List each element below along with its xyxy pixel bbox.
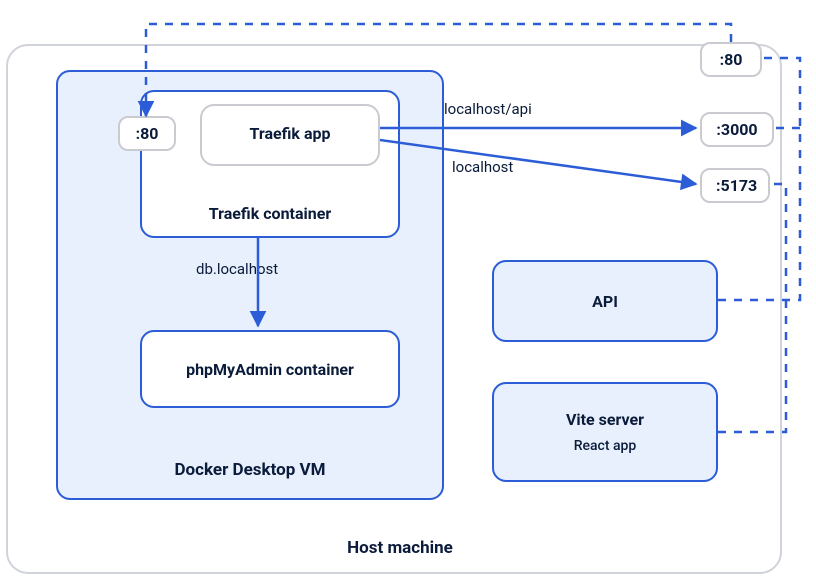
port-80-host: :80 — [700, 42, 762, 77]
port-3000: :3000 — [700, 112, 774, 147]
port-80-vm: :80 — [118, 116, 176, 151]
api-label: API — [492, 292, 718, 311]
docker-vm-label: Docker Desktop VM — [56, 460, 444, 480]
phpmyadmin-label: phpMyAdmin container — [140, 360, 400, 379]
vite-box — [492, 382, 718, 482]
port-5173: :5173 — [700, 168, 770, 203]
vite-title: Vite server — [492, 410, 718, 429]
traefik-container-label: Traefik container — [140, 204, 400, 223]
edge-label-db-localhost: db.localhost — [196, 260, 278, 278]
traefik-app-label: Traefik app — [200, 124, 380, 143]
host-machine-label: Host machine — [300, 538, 500, 558]
edge-label-localhost: localhost — [452, 158, 513, 176]
vite-subtitle: React app — [492, 438, 718, 454]
diagram-stage: { "host": { "label": "Host machine" }, "… — [0, 0, 816, 581]
edge-label-localhost-api: localhost/api — [444, 100, 532, 118]
